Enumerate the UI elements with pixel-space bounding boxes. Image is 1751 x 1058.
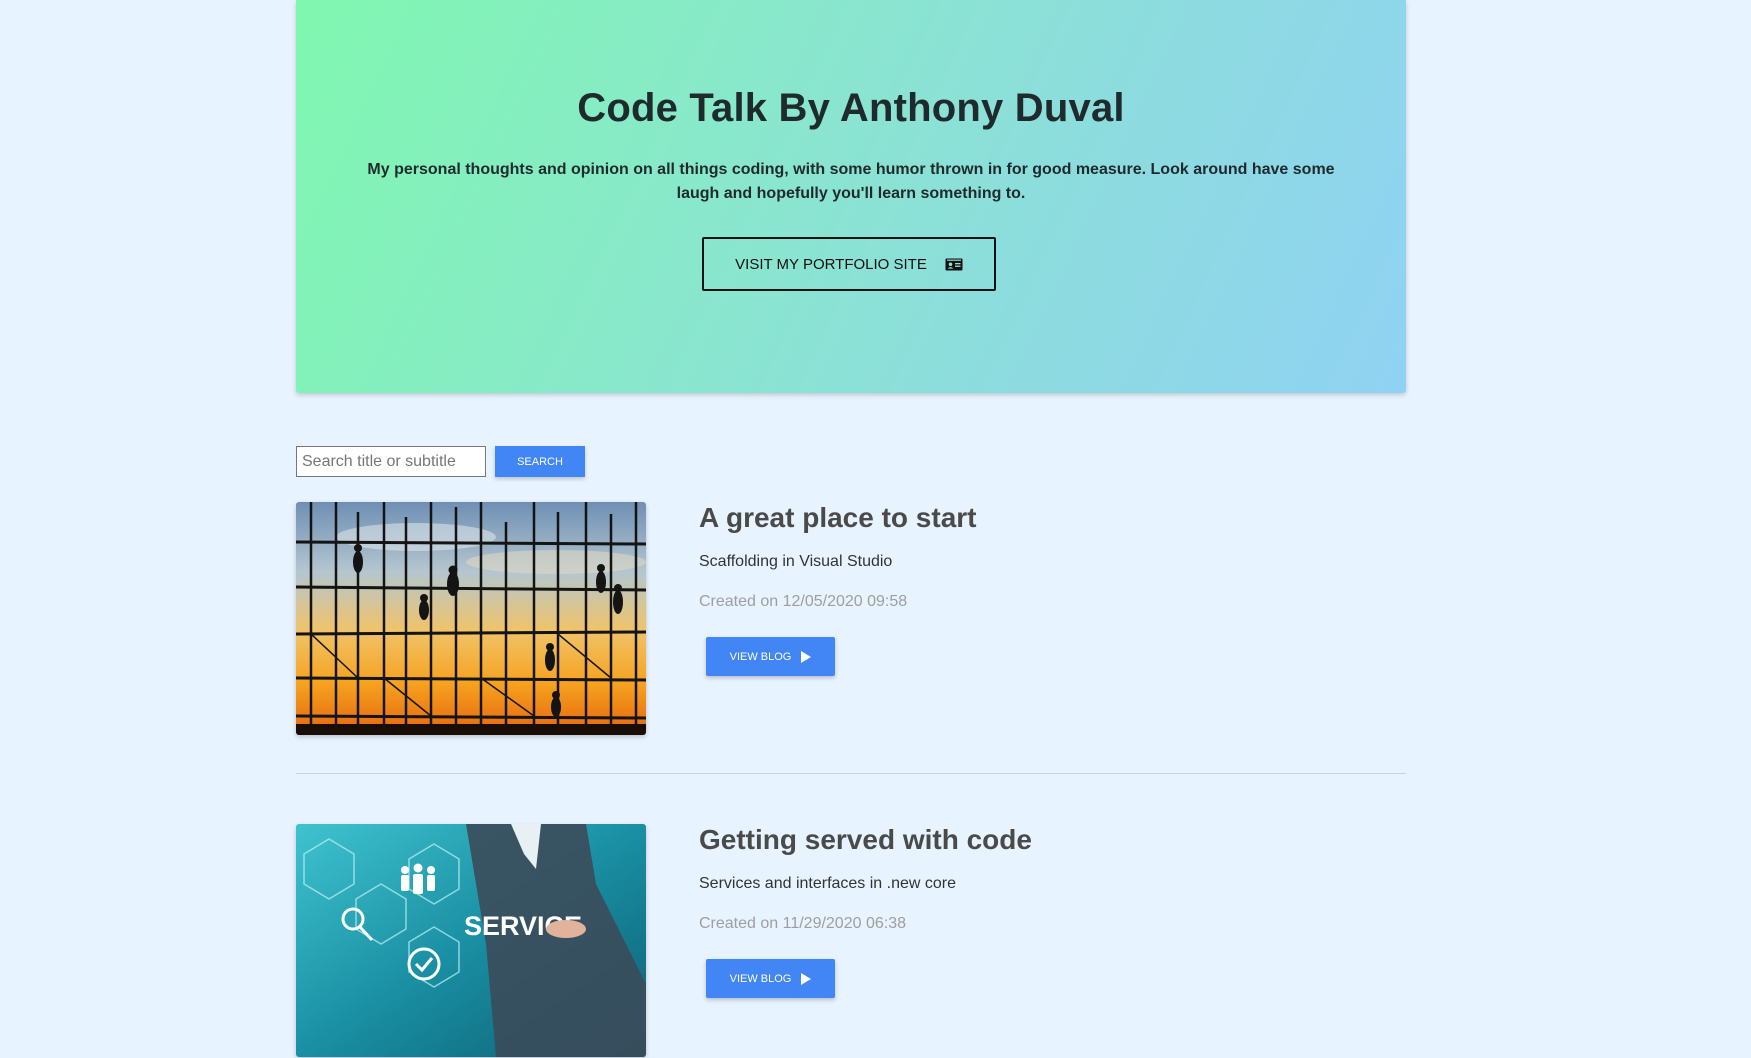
view-blog-button[interactable]: VIEW BLOG xyxy=(706,637,835,676)
site-title: Code Talk By Anthony Duval xyxy=(577,86,1125,130)
search-bar: SEARCH xyxy=(296,446,585,477)
blog-card: SERVICE Getting served with code Service… xyxy=(296,824,1406,1058)
search-button[interactable]: SEARCH xyxy=(495,446,585,477)
blog-card: A great place to start Scaffolding in Vi… xyxy=(296,502,1406,736)
blog-thumbnail-scaffolding[interactable] xyxy=(296,502,646,735)
view-blog-label: VIEW BLOG xyxy=(729,650,792,663)
site-description: My personal thoughts and opinion on all … xyxy=(367,161,1335,202)
blog-date: Created on 12/05/2020 09:58 xyxy=(699,593,908,610)
visit-portfolio-label: VISIT MY PORTFOLIO SITE xyxy=(735,255,927,273)
blog-thumbnail-service[interactable]: SERVICE xyxy=(296,824,646,1057)
blog-date: Created on 11/29/2020 06:38 xyxy=(699,915,906,932)
blog-title[interactable]: A great place to start xyxy=(699,502,976,534)
play-icon xyxy=(801,972,812,985)
blog-divider xyxy=(296,773,1406,774)
blog-title[interactable]: Getting served with code xyxy=(699,824,1032,856)
play-icon xyxy=(801,650,812,663)
hero-banner: Code Talk By Anthony Duval My personal t… xyxy=(296,0,1406,393)
blog-subtitle: Scaffolding in Visual Studio xyxy=(699,553,893,570)
visit-portfolio-button[interactable]: VISIT MY PORTFOLIO SITE xyxy=(702,237,996,291)
search-input[interactable] xyxy=(296,446,486,477)
view-blog-button[interactable]: VIEW BLOG xyxy=(706,959,835,998)
view-blog-label: VIEW BLOG xyxy=(729,972,792,985)
page-container: Code Talk By Anthony Duval My personal t… xyxy=(296,0,1406,1057)
blog-subtitle: Services and interfaces in .new core xyxy=(699,875,957,892)
id-card-icon xyxy=(945,258,963,271)
